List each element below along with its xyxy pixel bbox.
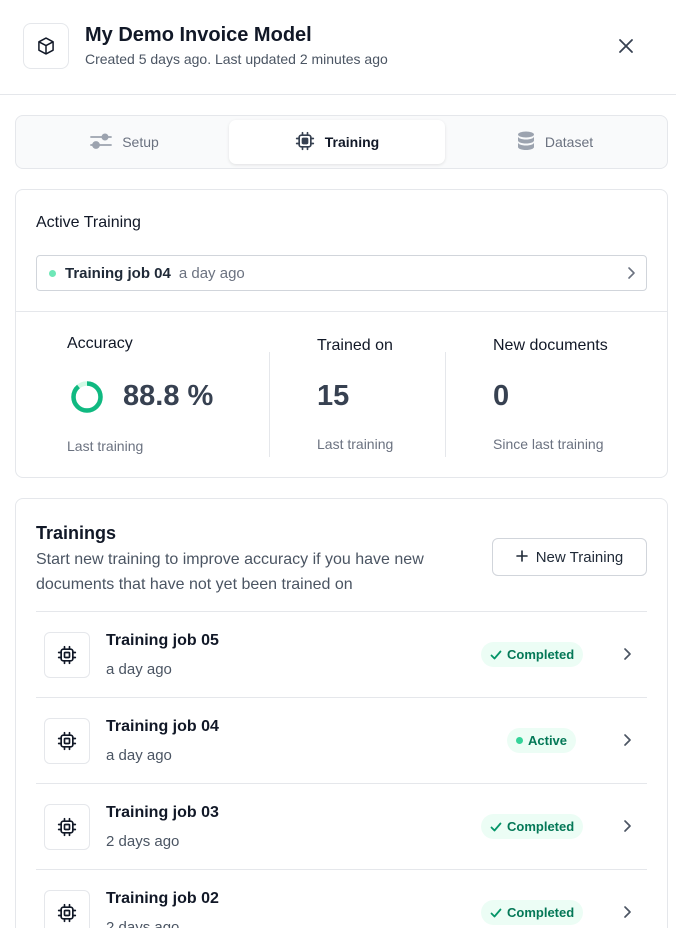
training-name: Training job 02 <box>106 890 219 907</box>
new-documents-foot: Since last training <box>493 436 604 452</box>
stat-divider <box>269 352 270 457</box>
stat-divider <box>445 352 446 457</box>
new-training-button[interactable]: New Training <box>492 538 647 576</box>
tab-dataset[interactable]: Dataset <box>445 120 665 164</box>
check-icon <box>490 822 502 831</box>
check-icon <box>490 650 502 659</box>
close-icon <box>619 39 633 53</box>
training-name: Training job 03 <box>106 804 219 821</box>
status-dot <box>516 737 523 744</box>
trained-on-label: Trained on <box>317 337 393 354</box>
divider <box>16 311 667 312</box>
tab-bar: Setup Training Dataset <box>15 115 668 169</box>
active-training-card: Active Training Training job 04 a day ag… <box>15 189 668 478</box>
new-training-label: New Training <box>535 548 624 566</box>
training-name: Training job 04 <box>106 718 219 735</box>
training-name: Training job 05 <box>106 632 219 649</box>
tab-label: Setup <box>122 134 159 150</box>
training-row[interactable]: Training job 05 a day ago Completed <box>36 611 647 697</box>
cpu-chip-icon <box>44 890 90 928</box>
status-badge: Completed <box>481 642 584 667</box>
new-documents-label: New documents <box>493 337 608 354</box>
trainings-description: Start new training to improve accuracy i… <box>36 551 424 593</box>
training-row[interactable]: Training job 02 2 days ago Completed <box>36 869 647 928</box>
accuracy-ring <box>71 381 103 413</box>
tab-setup[interactable]: Setup <box>20 120 229 164</box>
new-documents-value: 0 <box>493 380 510 412</box>
training-time: 2 days ago <box>106 833 180 850</box>
training-time: a day ago <box>106 747 172 764</box>
status-badge: Active <box>507 728 577 753</box>
plus-icon <box>515 549 528 566</box>
accuracy-label: Accuracy <box>67 335 133 352</box>
chevron-right-icon <box>626 266 636 285</box>
training-row[interactable]: Training job 04 a day ago Active <box>36 697 647 783</box>
page-title: My Demo Invoice Model <box>85 24 312 46</box>
active-training-title: Active Training <box>36 214 141 231</box>
accuracy-foot: Last training <box>67 438 144 454</box>
active-job-name: Training job 04 <box>65 264 171 282</box>
close-button[interactable] <box>612 32 640 60</box>
status-text: Completed <box>507 647 575 662</box>
cpu-chip-icon <box>44 804 90 850</box>
chevron-right-icon <box>622 818 632 839</box>
tab-label: Training <box>324 134 380 150</box>
chevron-right-icon <box>622 646 632 667</box>
status-dot <box>49 269 56 277</box>
chevron-right-icon <box>622 732 632 753</box>
trained-on-foot: Last training <box>317 436 394 452</box>
page-subtitle: Created 5 days ago. Last updated 2 minut… <box>85 51 388 67</box>
sliders-icon <box>90 133 113 152</box>
cpu-chip-icon <box>44 632 90 678</box>
trained-on-value: 15 <box>317 380 350 412</box>
trainings-title: Trainings <box>36 523 117 543</box>
cpu-chip-icon <box>295 131 315 154</box>
status-text: Active <box>528 733 568 748</box>
accuracy-value: 88.8 % <box>123 380 214 412</box>
status-badge: Completed <box>481 900 584 925</box>
check-icon <box>490 908 502 917</box>
status-text: Completed <box>507 819 575 834</box>
chevron-right-icon <box>622 904 632 925</box>
training-time: a day ago <box>106 661 172 678</box>
tab-label: Dataset <box>544 134 594 150</box>
active-job-selector[interactable]: Training job 04 a day ago <box>36 255 647 291</box>
training-row[interactable]: Training job 03 2 days ago Completed <box>36 783 647 869</box>
cube-icon <box>23 23 69 69</box>
training-time: 2 days ago <box>106 919 180 928</box>
status-text: Completed <box>507 905 575 920</box>
active-job-time: a day ago <box>178 264 245 282</box>
database-icon <box>517 131 535 154</box>
trainings-card: Trainings Start new training to improve … <box>15 498 668 928</box>
tab-training[interactable]: Training <box>229 120 445 164</box>
modal-header: My Demo Invoice Model Created 5 days ago… <box>0 0 676 95</box>
cpu-chip-icon <box>44 718 90 764</box>
status-badge: Completed <box>481 814 584 839</box>
